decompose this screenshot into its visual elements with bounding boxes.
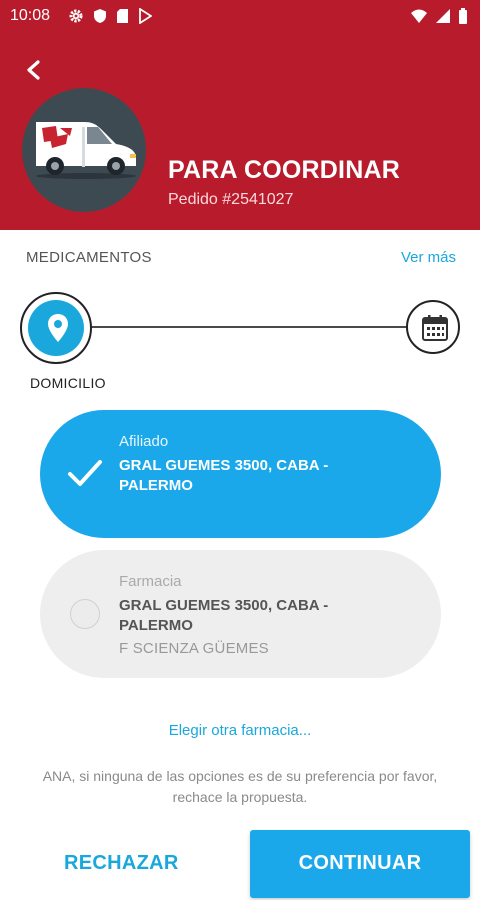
option-address: GRAL GUEMES 3500, CABA - PALERMO xyxy=(119,597,329,634)
status-bar: 10:08 xyxy=(0,0,480,32)
battery-icon xyxy=(459,8,467,24)
sd-card-icon xyxy=(117,9,128,23)
status-time: 10:08 xyxy=(10,7,51,24)
page-title: PARA COORDINAR xyxy=(168,156,400,184)
option-pharmacy-name: F SCIENZA GÜEMES xyxy=(119,640,269,657)
option-type: Farmacia xyxy=(119,573,182,590)
back-button[interactable] xyxy=(20,56,48,84)
see-more-link[interactable]: Ver más xyxy=(401,249,456,266)
option-farmacia[interactable]: Farmacia GRAL GUEMES 3500, CABA - PALERM… xyxy=(40,550,441,678)
section-label-medicamentos: MEDICAMENTOS xyxy=(26,249,152,266)
cell-signal-icon xyxy=(436,9,450,23)
info-note: ANA, si ninguna de las opciones es de su… xyxy=(42,768,438,805)
option-address: GRAL GUEMES 3500, CABA - PALERMO xyxy=(119,457,329,494)
shield-icon xyxy=(94,9,106,23)
option-afiliado[interactable]: Afiliado GRAL GUEMES 3500, CABA - PALERM… xyxy=(40,410,441,538)
play-store-icon xyxy=(139,8,152,24)
stepper-line xyxy=(86,326,412,328)
reject-button[interactable]: RECHAZAR xyxy=(64,852,179,875)
option-type: Afiliado xyxy=(119,433,169,450)
choose-other-pharmacy-link[interactable]: Elegir otra farmacia... xyxy=(0,722,480,739)
step-label-domicilio: DOMICILIO xyxy=(30,375,106,391)
step-location[interactable] xyxy=(20,292,92,364)
gear-icon xyxy=(69,9,83,23)
calendar-icon xyxy=(422,315,448,341)
order-number: Pedido #2541027 xyxy=(168,191,294,208)
avatar xyxy=(22,88,146,212)
continue-button[interactable]: CONTINUAR xyxy=(250,830,470,898)
radio-button[interactable] xyxy=(70,599,100,629)
delivery-van-icon xyxy=(36,122,136,179)
continue-label: CONTINUAR xyxy=(298,852,422,874)
checkmark-icon xyxy=(68,460,102,486)
location-pin-icon xyxy=(48,314,68,342)
wifi-icon xyxy=(411,9,427,23)
step-calendar[interactable] xyxy=(406,300,460,354)
chevron-left-icon xyxy=(27,60,40,80)
